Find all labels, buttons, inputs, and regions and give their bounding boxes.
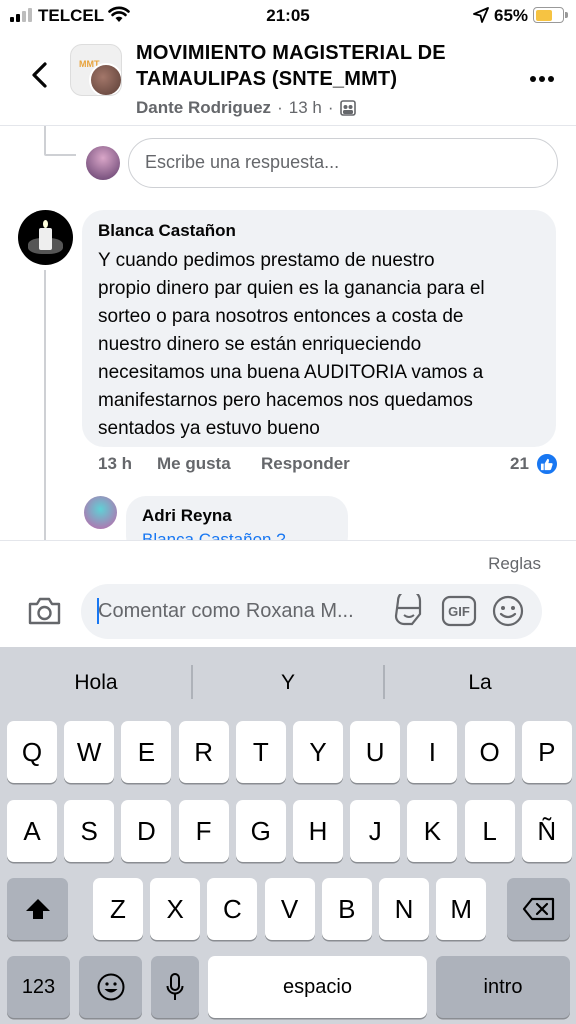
commenter-avatar[interactable] bbox=[18, 210, 73, 265]
key-w[interactable]: W bbox=[64, 721, 115, 783]
key-a[interactable]: A bbox=[7, 800, 57, 862]
key-o[interactable]: O bbox=[464, 721, 515, 783]
emoji-face-icon bbox=[97, 973, 124, 1001]
key-l[interactable]: L bbox=[464, 800, 515, 862]
meta-separator: · bbox=[277, 98, 283, 117]
shift-key[interactable] bbox=[7, 878, 68, 940]
key-x[interactable]: X bbox=[150, 878, 201, 940]
thread-connector bbox=[44, 126, 46, 154]
comment-text: Y cuando pedimos prestamo de nuestro pro… bbox=[98, 250, 485, 439]
suggestion-1[interactable]: Hola bbox=[0, 671, 192, 695]
group-avatar[interactable]: MMT bbox=[70, 44, 122, 96]
thumbs-up-icon bbox=[534, 452, 559, 476]
like-button[interactable]: Me gusta bbox=[157, 454, 231, 474]
backspace-icon bbox=[522, 897, 554, 921]
key-h[interactable]: H bbox=[293, 800, 343, 862]
space-key[interactable]: espacio bbox=[208, 956, 427, 1018]
key-z[interactable]: Z bbox=[93, 878, 143, 940]
shift-icon bbox=[25, 899, 50, 919]
key-n[interactable]: N bbox=[379, 878, 429, 940]
suggestion-2[interactable]: Y bbox=[192, 671, 384, 695]
rules-link[interactable]: Reglas bbox=[488, 554, 541, 574]
emoji-icon[interactable] bbox=[491, 594, 525, 628]
group-name[interactable]: MOVIMIENTO MAGISTERIAL DE TAMAULIPAS (SN… bbox=[136, 40, 526, 92]
clock: 21:05 bbox=[266, 6, 310, 25]
status-bar: TELCEL 21:05 65% bbox=[0, 0, 576, 30]
comment-time: 13 h bbox=[98, 454, 133, 473]
reply-author[interactable]: Adri Reyna bbox=[142, 506, 332, 526]
like-count: 21 bbox=[510, 454, 529, 473]
avatar-sticker-icon[interactable] bbox=[392, 594, 426, 628]
key-s[interactable]: S bbox=[64, 800, 115, 862]
key-t[interactable]: T bbox=[235, 721, 286, 783]
location-arrow-icon bbox=[473, 7, 489, 23]
key-r[interactable]: R bbox=[178, 721, 229, 783]
keyboard: Hola Y La QWERTYUIOPASDFGHJKLÑZXCVBNM 12… bbox=[0, 647, 576, 1024]
post-header: MMT MOVIMIENTO MAGISTERIAL DE TAMAULIPAS… bbox=[0, 30, 576, 126]
group-icon bbox=[339, 100, 356, 116]
more-horizontal-icon[interactable] bbox=[530, 76, 554, 82]
post-author[interactable]: Dante Rodriguez bbox=[136, 98, 271, 118]
key-p[interactable]: P bbox=[521, 721, 572, 783]
key-v[interactable]: V bbox=[264, 878, 315, 940]
gif-label: GIF bbox=[448, 604, 470, 619]
key-q[interactable]: Q bbox=[7, 721, 57, 783]
key-d[interactable]: D bbox=[121, 800, 172, 862]
key-y[interactable]: Y bbox=[293, 721, 343, 783]
reply-input[interactable]: Escribe una respuesta... bbox=[128, 138, 558, 188]
return-key[interactable]: intro bbox=[436, 956, 570, 1018]
key-g[interactable]: G bbox=[235, 800, 286, 862]
gif-icon[interactable]: GIF bbox=[441, 594, 477, 628]
chevron-left-icon[interactable] bbox=[28, 60, 52, 90]
key-f[interactable]: F bbox=[178, 800, 229, 862]
key-i[interactable]: I bbox=[407, 721, 458, 783]
microphone-icon bbox=[166, 973, 184, 1000]
comment-placeholder: Comentar como Roxana M... bbox=[98, 600, 354, 622]
key-e[interactable]: E bbox=[121, 721, 172, 783]
comment-bubble: Blanca Castañon Y cuando pedimos prestam… bbox=[82, 210, 556, 447]
emoji-key[interactable] bbox=[79, 956, 142, 1018]
reaction-count[interactable]: 21 bbox=[510, 452, 559, 476]
suggestion-3[interactable]: La bbox=[384, 671, 576, 695]
meta-separator: · bbox=[327, 98, 334, 117]
key-m[interactable]: M bbox=[436, 878, 487, 940]
key-j[interactable]: J bbox=[350, 800, 401, 862]
key-c[interactable]: C bbox=[207, 878, 258, 940]
comment-composer: Reglas Comentar como Roxana M... GIF bbox=[0, 540, 576, 647]
thread-connector bbox=[44, 154, 76, 156]
reply-button[interactable]: Responder bbox=[261, 454, 350, 474]
delete-key[interactable] bbox=[507, 878, 570, 940]
current-user-avatar bbox=[86, 146, 120, 180]
numbers-key[interactable]: 123 bbox=[7, 956, 70, 1018]
post-meta: Dante Rodriguez · 13 h · bbox=[136, 98, 356, 118]
key-k[interactable]: K bbox=[407, 800, 458, 862]
post-time: 13 h bbox=[288, 98, 322, 117]
dictation-key[interactable] bbox=[151, 956, 199, 1018]
comment-author[interactable]: Blanca Castañon bbox=[98, 220, 540, 242]
key-u[interactable]: U bbox=[350, 721, 401, 783]
predictive-bar: Hola Y La bbox=[0, 647, 576, 719]
camera-icon[interactable] bbox=[27, 597, 62, 625]
battery-icon bbox=[533, 7, 568, 23]
thread-connector bbox=[44, 270, 46, 540]
author-avatar bbox=[89, 63, 121, 95]
battery-percent: 65% bbox=[494, 6, 529, 25]
comment-input[interactable]: Comentar como Roxana M... GIF bbox=[81, 584, 542, 639]
reply-author-avatar[interactable] bbox=[84, 496, 117, 529]
key-ñ[interactable]: Ñ bbox=[521, 800, 572, 862]
key-b[interactable]: B bbox=[321, 878, 372, 940]
